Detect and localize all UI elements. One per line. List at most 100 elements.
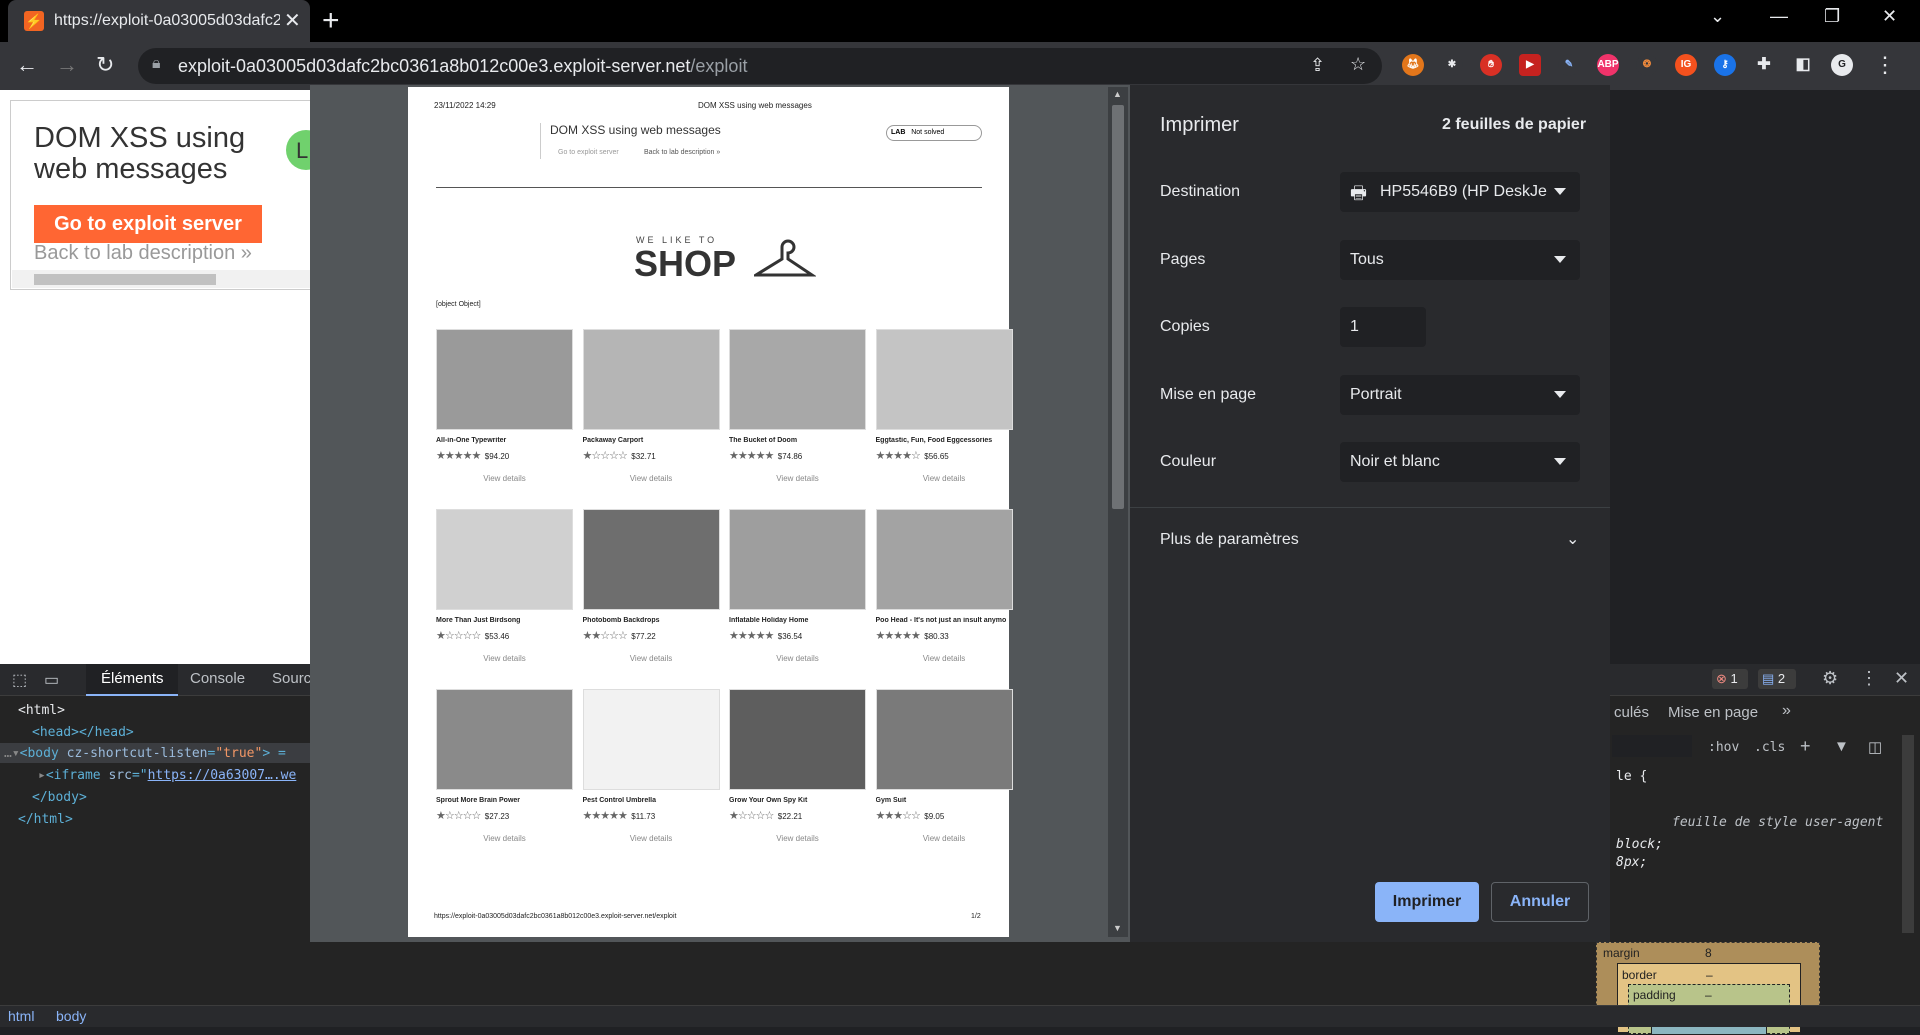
product-card: Gym Suit ★★★☆☆ $9.05 View details bbox=[875, 689, 1013, 843]
tab-console[interactable]: Console bbox=[190, 670, 245, 687]
chevron-right-icon: » bbox=[240, 242, 252, 264]
metamask-icon[interactable]: 🦊︎ bbox=[1402, 54, 1424, 76]
profile-avatar[interactable]: G bbox=[1831, 54, 1853, 76]
preview-object-text: [object Object] bbox=[436, 301, 481, 308]
back-icon[interactable]: ← bbox=[16, 52, 38, 78]
minimize-icon[interactable]: — bbox=[1770, 6, 1788, 27]
paint-icon[interactable]: ▼ bbox=[1834, 738, 1849, 755]
more-settings-toggle[interactable]: Plus de paramètres ⌄ bbox=[1130, 515, 1610, 571]
close-tab-icon[interactable]: ✕ bbox=[284, 8, 301, 33]
breadcrumb-body[interactable]: body bbox=[56, 1008, 86, 1024]
forward-icon[interactable]: → bbox=[56, 52, 78, 78]
share-icon[interactable]: ⇪ bbox=[1310, 55, 1325, 76]
pages-label: Pages bbox=[1160, 251, 1206, 268]
message-badge[interactable]: ▤ 2 bbox=[1758, 669, 1796, 689]
color-select[interactable]: Noir et blanc bbox=[1340, 442, 1580, 482]
copies-input[interactable]: 1 bbox=[1340, 307, 1426, 347]
dom-node-head[interactable]: <head></head> bbox=[32, 725, 134, 740]
back-to-lab-link[interactable]: Back to lab description » bbox=[34, 242, 252, 265]
product-price: $77.22 bbox=[631, 632, 656, 641]
rating-stars: ★★★★★ bbox=[875, 630, 921, 642]
key-extension-icon[interactable]: ⚷ bbox=[1714, 54, 1736, 76]
preview-page: 23/11/2022 14:29 DOM XSS using web messa… bbox=[408, 87, 1013, 937]
block-extension-icon[interactable]: ✋︎ bbox=[1480, 54, 1502, 76]
style-source-label: feuille de style user-agent bbox=[1672, 815, 1884, 830]
dom-node-html[interactable]: <html> bbox=[18, 703, 65, 718]
product-card: Pest Control Umbrella ★★★★★ $11.73 View de… bbox=[582, 689, 720, 843]
inspect-element-icon[interactable]: ⬚ bbox=[12, 670, 27, 690]
more-tabs-icon[interactable]: » bbox=[1782, 702, 1791, 720]
tab-layout[interactable]: Mise en page bbox=[1668, 704, 1758, 721]
toggle-sidebar-icon[interactable]: ◫ bbox=[1868, 738, 1882, 756]
print-button[interactable]: Imprimer bbox=[1375, 882, 1479, 922]
product-name: The Bucket of Doom bbox=[729, 437, 798, 444]
tab-computed[interactable]: culés bbox=[1614, 704, 1649, 721]
hov-toggle[interactable]: :hov bbox=[1708, 740, 1739, 755]
product-name: Photobomb Backdrops bbox=[582, 617, 660, 624]
adblock-icon[interactable]: ABP bbox=[1597, 54, 1619, 76]
product-name: More Than Just Birdsong bbox=[436, 617, 521, 624]
scroll-up-icon[interactable]: ▲ bbox=[1113, 89, 1122, 99]
destination-select[interactable]: 🖶︎ HP5546B9 (HP DeskJe bbox=[1340, 172, 1580, 212]
dom-node-body[interactable]: …▾<body cz-shortcut-listen="true"> = bbox=[4, 746, 286, 761]
cls-toggle[interactable]: .cls bbox=[1754, 740, 1785, 755]
favicon-icon: ⚡ bbox=[24, 11, 44, 31]
view-details-link: View details bbox=[776, 654, 819, 663]
device-toolbar-icon[interactable]: ▭ bbox=[44, 670, 59, 690]
new-tab-icon[interactable]: + bbox=[322, 4, 340, 38]
product-name: Pest Control Umbrella bbox=[582, 797, 657, 804]
side-panel-icon[interactable]: ◧ bbox=[1792, 54, 1814, 76]
tab-search-icon[interactable]: ⌄ bbox=[1710, 6, 1725, 27]
rating-stars: ★★★★★ bbox=[729, 450, 774, 462]
styles-filter-input[interactable] bbox=[1612, 735, 1692, 757]
product-card: Grow Your Own Spy Kit ★☆☆☆☆ $22.21 View de… bbox=[729, 689, 866, 843]
product-name: Eggtastic, Fun, Food Eggcessories bbox=[875, 437, 993, 444]
error-badge[interactable]: ⊗ 1 bbox=[1712, 669, 1748, 689]
add-rule-icon[interactable]: + bbox=[1800, 736, 1811, 757]
cookie-extension-icon[interactable]: ❂ bbox=[1636, 54, 1658, 76]
menu-dots-icon[interactable]: ⋮ bbox=[1874, 52, 1896, 78]
go-to-exploit-server-button[interactable]: Go to exploit server bbox=[34, 205, 262, 243]
layout-select[interactable]: Portrait bbox=[1340, 375, 1580, 415]
product-name: Sprout More Brain Power bbox=[436, 797, 521, 804]
spider-extension-icon[interactable]: ✱ bbox=[1441, 54, 1463, 76]
scroll-down-icon[interactable]: ▼ bbox=[1113, 923, 1122, 933]
breadcrumb-html[interactable]: html bbox=[8, 1008, 34, 1024]
tab-sources[interactable]: Sourc bbox=[272, 670, 311, 687]
preview-doc-title: DOM XSS using web messages bbox=[698, 101, 812, 110]
browser-tab[interactable]: ⚡ https://exploit-0a03005d03dafc2 ✕ bbox=[8, 0, 310, 42]
style-display-value: block; bbox=[1616, 837, 1663, 852]
settings-gear-icon[interactable]: ⚙ bbox=[1822, 668, 1838, 689]
close-devtools-icon[interactable]: ✕ bbox=[1894, 668, 1909, 689]
address-bar[interactable]: 🔒︎ exploit-0a03005d03dafc2bc0361a8b012c0… bbox=[138, 48, 1382, 84]
product-price: $53.46 bbox=[484, 632, 510, 641]
box-border-value: – bbox=[1706, 968, 1713, 982]
dropdown-caret-icon bbox=[1554, 256, 1566, 263]
product-image bbox=[875, 689, 1013, 790]
dom-node-iframe[interactable]: ▸<iframe src="https://0a63007….we bbox=[38, 768, 296, 783]
restore-icon[interactable]: ❐ bbox=[1824, 6, 1840, 27]
cancel-button[interactable]: Annuler bbox=[1491, 882, 1589, 922]
rating-stars: ★★★☆☆ bbox=[875, 810, 921, 822]
ig-extension-icon[interactable]: IG bbox=[1675, 54, 1697, 76]
pen-extension-icon[interactable]: ✎ bbox=[1558, 54, 1580, 76]
bookmark-star-icon[interactable]: ☆ bbox=[1350, 54, 1366, 75]
pages-select[interactable]: Tous bbox=[1340, 240, 1580, 280]
error-icon: ⊗ bbox=[1716, 671, 1727, 686]
chevron-down-icon: ⌄ bbox=[1566, 531, 1580, 548]
reload-icon[interactable]: ↻ bbox=[96, 52, 114, 78]
view-details-link: View details bbox=[629, 654, 673, 663]
media-extension-icon[interactable]: ▶ bbox=[1519, 54, 1541, 76]
devtools-menu-icon[interactable]: ⋮ bbox=[1860, 668, 1878, 689]
style-margin-value: 8px; bbox=[1616, 855, 1648, 870]
preview-scrollbar[interactable]: ▲ ▼ bbox=[1108, 87, 1128, 937]
horizontal-scrollbar[interactable] bbox=[12, 270, 310, 288]
styles-scrollbar[interactable] bbox=[1902, 735, 1914, 933]
product-name: Gym Suit bbox=[875, 797, 907, 804]
close-window-icon[interactable]: ✕ bbox=[1882, 6, 1897, 27]
product-image bbox=[729, 689, 866, 790]
product-name: Packaway Carport bbox=[582, 437, 644, 444]
lock-icon[interactable]: 🔒︎ bbox=[152, 55, 161, 73]
extensions-puzzle-icon[interactable]: ✚ bbox=[1753, 54, 1775, 76]
product-price: $32.71 bbox=[631, 452, 656, 461]
